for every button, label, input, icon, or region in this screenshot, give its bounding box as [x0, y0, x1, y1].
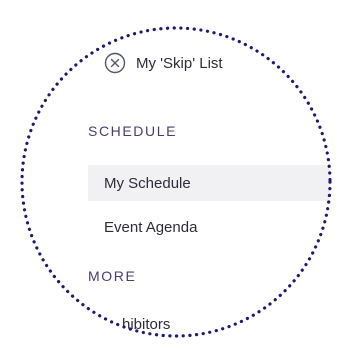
- sidebar-item-event-agenda[interactable]: Event Agenda: [88, 209, 339, 245]
- sidebar-item-my-schedule[interactable]: My Schedule: [88, 165, 339, 201]
- sidebar-item-skip-list[interactable]: My 'Skip' List: [104, 52, 223, 74]
- more-section-heading: MORE: [88, 268, 137, 284]
- sidebar-panel: My Intere... My 'Skip' List SCHEDULE My …: [0, 0, 339, 349]
- close-circle-icon: [104, 52, 126, 74]
- schedule-section-heading: SCHEDULE: [88, 123, 178, 139]
- skip-list-label: My 'Skip' List: [136, 54, 223, 72]
- magnified-sidebar-view: My Intere... My 'Skip' List SCHEDULE My …: [0, 0, 339, 349]
- sidebar-item-my-interests-partial[interactable]: My Intere...: [146, 6, 221, 23]
- sidebar-item-exhibitors-partial[interactable]: hibitors: [122, 316, 170, 333]
